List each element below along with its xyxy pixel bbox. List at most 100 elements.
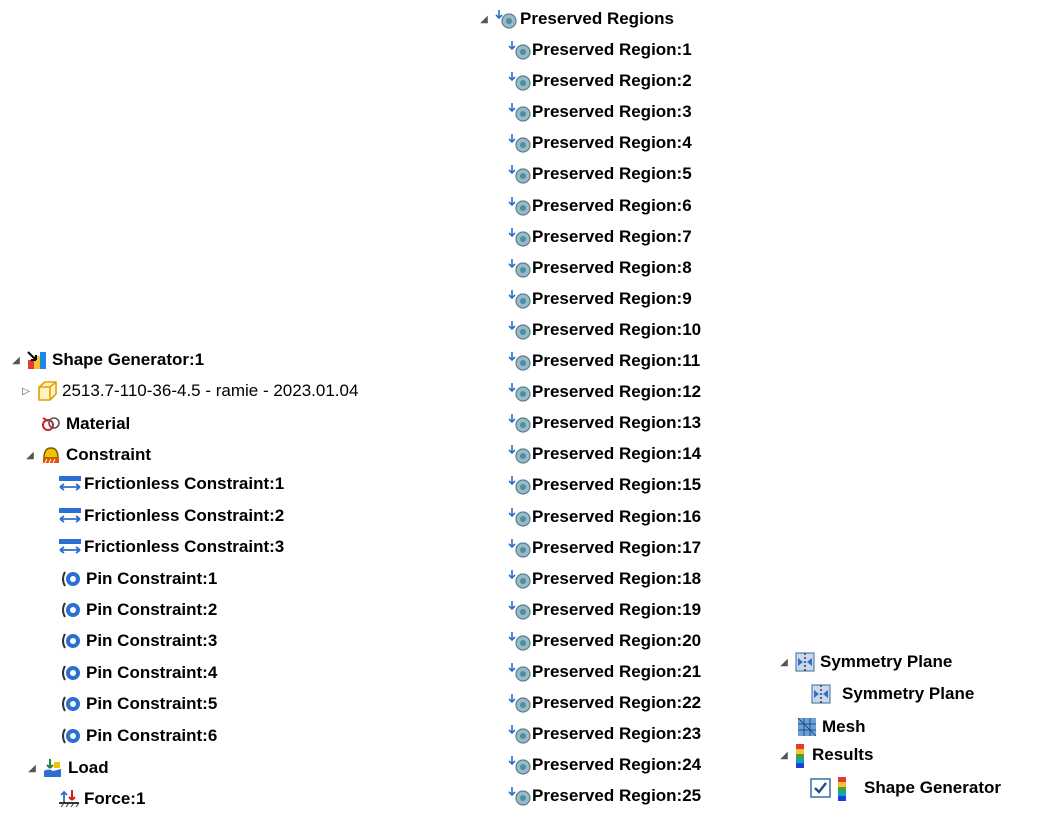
tree-node-preserved-region[interactable]: Preserved Region:11 bbox=[506, 347, 700, 375]
expand-toggle-icon[interactable]: ◢ bbox=[478, 14, 490, 25]
tree-node-constraint[interactable]: ◢ Constraint bbox=[24, 441, 151, 469]
tree-node-part[interactable]: ▷ 2513.7-110-36-4.5 - ramie - 2023.01.04 bbox=[20, 377, 358, 405]
preserved-region-icon bbox=[506, 474, 532, 496]
tree-node-preserved-region[interactable]: Preserved Region:19 bbox=[506, 596, 701, 624]
tree-node-frictionless-1[interactable]: Frictionless Constraint:1 bbox=[58, 470, 284, 498]
tree-node-label: Preserved Region:12 bbox=[532, 382, 702, 401]
tree-node-label: Preserved Region:3 bbox=[532, 102, 692, 121]
tree-node-preserved-region[interactable]: Preserved Region:9 bbox=[506, 285, 692, 313]
tree-node-results[interactable]: ◢ Results bbox=[778, 741, 873, 769]
tree-node-pin-2[interactable]: Pin Constraint:2 bbox=[60, 596, 217, 624]
tree-node-symmetry-plane[interactable]: Symmetry Plane bbox=[810, 680, 974, 708]
tree-node-label: Preserved Region:5 bbox=[532, 164, 692, 183]
tree-node-preserved-region[interactable]: Preserved Region:6 bbox=[506, 192, 692, 220]
mesh-icon bbox=[796, 716, 818, 738]
tree-node-pin-5[interactable]: Pin Constraint:5 bbox=[60, 690, 217, 718]
tree-node-preserved-region[interactable]: Preserved Region:17 bbox=[506, 534, 701, 562]
pin-constraint-icon bbox=[60, 693, 82, 715]
tree-node-mesh[interactable]: Mesh bbox=[796, 713, 865, 741]
tree-node-label: Preserved Region:19 bbox=[532, 600, 702, 619]
results-icon bbox=[836, 777, 850, 801]
tree-node-preserved-region[interactable]: Preserved Region:8 bbox=[506, 254, 692, 282]
tree-node-preserved-regions[interactable]: ◢ Preserved Regions bbox=[478, 5, 674, 33]
frictionless-constraint-icon bbox=[58, 505, 81, 527]
expand-toggle-icon[interactable]: ◢ bbox=[778, 750, 790, 761]
symmetry-plane-icon bbox=[810, 683, 832, 705]
preserved-region-icon bbox=[494, 8, 517, 30]
tree-node-label: Preserved Region:21 bbox=[532, 662, 702, 681]
symmetry-plane-icon bbox=[794, 651, 816, 673]
tree-node-preserved-region[interactable]: Preserved Region:25 bbox=[506, 782, 701, 810]
tree-node-preserved-region[interactable]: Preserved Region:7 bbox=[506, 223, 692, 251]
expand-toggle-icon[interactable]: ◢ bbox=[24, 450, 36, 461]
tree-node-label: Preserved Region:1 bbox=[532, 40, 692, 59]
tree-node-preserved-region[interactable]: Preserved Region:16 bbox=[506, 503, 701, 531]
tree-node-preserved-region[interactable]: Preserved Region:15 bbox=[506, 471, 701, 499]
tree-node-label: Preserved Region:15 bbox=[532, 475, 702, 494]
tree-node-frictionless-2[interactable]: Frictionless Constraint:2 bbox=[58, 502, 284, 530]
expand-toggle-icon[interactable]: ◢ bbox=[26, 763, 38, 774]
pin-constraint-icon bbox=[60, 630, 82, 652]
tree-node-pin-1[interactable]: Pin Constraint:1 bbox=[60, 565, 217, 593]
tree-node-label: Preserved Region:23 bbox=[532, 724, 702, 743]
tree-node-label: Force:1 bbox=[84, 789, 146, 808]
tree-node-label: Material bbox=[66, 414, 131, 433]
tree-node-label: Preserved Region:10 bbox=[532, 320, 702, 339]
tree-node-preserved-region[interactable]: Preserved Region:1 bbox=[506, 36, 692, 64]
tree-node-pin-3[interactable]: Pin Constraint:3 bbox=[60, 627, 217, 655]
preserved-region-icon bbox=[506, 195, 532, 217]
tree-node-preserved-region[interactable]: Preserved Region:4 bbox=[506, 129, 692, 157]
tree-node-pin-6[interactable]: Pin Constraint:6 bbox=[60, 722, 217, 750]
tree-node-label: 2513.7-110-36-4.5 - ramie - 2023.01.04 bbox=[62, 381, 359, 400]
tree-node-shape-generator[interactable]: ◢ Shape Generator:1 bbox=[10, 346, 204, 374]
tree-node-preserved-region[interactable]: Preserved Region:13 bbox=[506, 409, 701, 437]
tree-node-preserved-region[interactable]: Preserved Region:23 bbox=[506, 720, 701, 748]
tree-node-preserved-region[interactable]: Preserved Region:12 bbox=[506, 378, 701, 406]
tree-node-label: Pin Constraint:3 bbox=[86, 631, 218, 650]
tree-node-label: Preserved Region:22 bbox=[532, 693, 702, 712]
tree-node-material[interactable]: Material bbox=[40, 410, 130, 438]
preserved-region-icon bbox=[506, 630, 532, 652]
tree-node-pin-4[interactable]: Pin Constraint:4 bbox=[60, 659, 217, 687]
preserved-region-icon bbox=[506, 70, 532, 92]
tree-node-force[interactable]: Force:1 bbox=[58, 785, 145, 813]
tree-node-frictionless-3[interactable]: Frictionless Constraint:3 bbox=[58, 533, 284, 561]
tree-node-label: Frictionless Constraint:2 bbox=[84, 506, 285, 525]
tree-node-label: Shape Generator bbox=[864, 778, 1001, 797]
tree-node-label: Load bbox=[68, 758, 109, 777]
tree-node-preserved-region[interactable]: Preserved Region:3 bbox=[506, 98, 692, 126]
material-icon bbox=[40, 413, 62, 435]
tree-node-preserved-region[interactable]: Preserved Region:18 bbox=[506, 565, 701, 593]
visibility-checkbox[interactable] bbox=[810, 777, 832, 799]
tree-node-preserved-region[interactable]: Preserved Region:22 bbox=[506, 689, 701, 717]
tree-node-preserved-region[interactable]: Preserved Region:20 bbox=[506, 627, 701, 655]
tree-node-preserved-region[interactable]: Preserved Region:2 bbox=[506, 67, 692, 95]
tree-node-label: Preserved Region:4 bbox=[532, 133, 692, 152]
preserved-region-icon bbox=[506, 381, 532, 403]
expand-toggle-icon[interactable]: ◢ bbox=[10, 355, 22, 366]
preserved-region-icon bbox=[506, 537, 532, 559]
tree-node-label: Pin Constraint:5 bbox=[86, 694, 218, 713]
preserved-region-icon bbox=[506, 39, 532, 61]
frictionless-constraint-icon bbox=[58, 536, 81, 558]
tree-node-preserved-region[interactable]: Preserved Region:10 bbox=[506, 316, 701, 344]
tree-node-load[interactable]: ◢ Load bbox=[26, 754, 109, 782]
tree-node-label: Preserved Region:16 bbox=[532, 507, 702, 526]
collapse-toggle-icon[interactable]: ▷ bbox=[20, 386, 32, 397]
tree-node-preserved-region[interactable]: Preserved Region:21 bbox=[506, 658, 701, 686]
preserved-region-icon bbox=[506, 568, 532, 590]
tree-node-label: Results bbox=[812, 745, 874, 764]
tree-node-shape-generator-result[interactable]: Shape Generator bbox=[810, 774, 1001, 802]
tree-node-preserved-region[interactable]: Preserved Region:5 bbox=[506, 160, 692, 188]
tree-node-label: Preserved Region:8 bbox=[532, 258, 692, 277]
tree-node-label: Preserved Region:18 bbox=[532, 569, 702, 588]
tree-node-preserved-region[interactable]: Preserved Region:14 bbox=[506, 440, 701, 468]
tree-node-symmetry-folder[interactable]: ◢ Symmetry Plane bbox=[778, 648, 952, 676]
tree-node-label: Preserved Region:7 bbox=[532, 227, 692, 246]
expand-toggle-icon[interactable]: ◢ bbox=[778, 657, 790, 668]
tree-node-label: Preserved Region:20 bbox=[532, 631, 702, 650]
tree-node-label: Preserved Region:9 bbox=[532, 289, 692, 308]
pin-constraint-icon bbox=[60, 599, 82, 621]
tree-node-preserved-region[interactable]: Preserved Region:24 bbox=[506, 751, 701, 779]
tree-node-label: Preserved Region:13 bbox=[532, 413, 702, 432]
